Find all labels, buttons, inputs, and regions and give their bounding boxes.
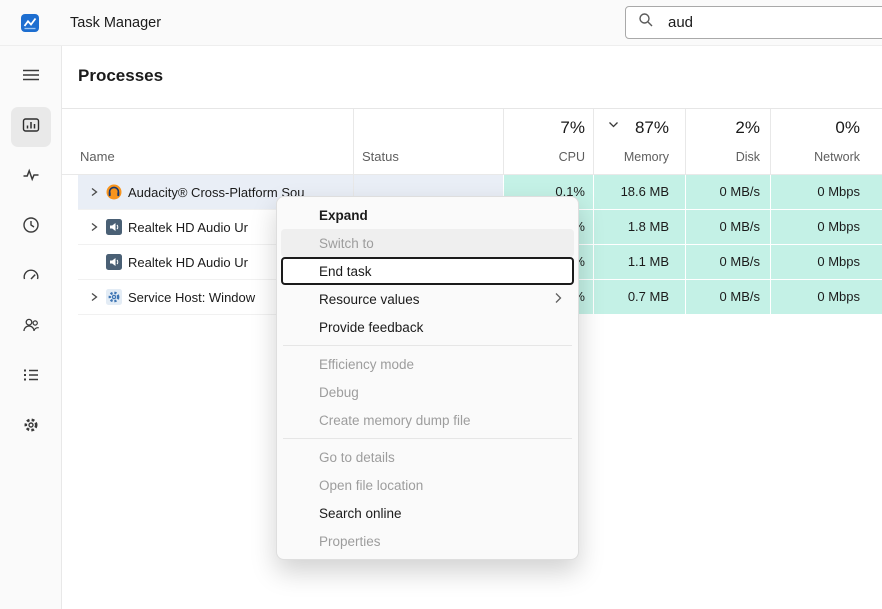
menu-item-create-memory-dump-file: Create memory dump file <box>281 406 574 434</box>
menu-separator <box>283 345 572 346</box>
sidebar-item-services[interactable] <box>11 407 51 447</box>
disk-cell: 0 MB/s <box>685 210 770 245</box>
cpu-total-percent: 7% <box>560 118 585 138</box>
disk-cell: 0 MB/s <box>685 175 770 210</box>
menu-item-expand[interactable]: Expand <box>281 201 574 229</box>
memory-cell: 0.7 MB <box>593 280 685 315</box>
memory-cell: 18.6 MB <box>593 175 685 210</box>
page-title: Processes <box>78 66 163 86</box>
sort-descending-icon <box>608 115 619 133</box>
disk-total-percent: 2% <box>735 118 760 138</box>
menu-item-debug: Debug <box>281 378 574 406</box>
memory-cell: 1.1 MB <box>593 245 685 280</box>
table-header-row: Name Status 7% CPU 87% Memory 2% Disk 0%… <box>62 108 882 175</box>
memory-label: Memory <box>624 150 669 164</box>
performance-icon <box>22 166 40 189</box>
network-cell: 0 Mbps <box>770 210 882 245</box>
cpu-label: CPU <box>559 150 585 164</box>
context-menu: Expand Switch to End task Resource value… <box>276 196 579 560</box>
gear-icon <box>22 416 40 439</box>
titlebar: Task Manager <box>0 0 882 46</box>
memory-cell: 1.8 MB <box>593 210 685 245</box>
sidebar-item-app-history[interactable] <box>11 207 51 247</box>
menu-item-open-file-location: Open file location <box>281 471 574 499</box>
network-cell: 0 Mbps <box>770 245 882 280</box>
sidebar-item-users[interactable] <box>11 307 51 347</box>
column-header-name[interactable]: Name <box>78 109 353 174</box>
realtek-audio-icon <box>106 254 122 270</box>
submenu-chevron-icon <box>554 292 562 307</box>
network-label: Network <box>814 150 860 164</box>
column-header-disk[interactable]: 2% Disk <box>685 109 770 174</box>
column-header-cpu[interactable]: 7% CPU <box>503 109 593 174</box>
menu-item-switch-to: Switch to <box>281 229 574 257</box>
audacity-app-icon <box>106 184 122 200</box>
column-header-memory[interactable]: 87% Memory <box>593 109 685 174</box>
search-input[interactable] <box>668 14 848 31</box>
window-title: Task Manager <box>70 0 161 46</box>
sidebar <box>0 46 62 609</box>
users-icon <box>22 316 40 339</box>
menu-item-properties: Properties <box>281 527 574 555</box>
task-manager-window: { "colors": { "heat_cell": "#c4f1e6", "s… <box>0 0 882 609</box>
menu-item-end-task[interactable]: End task <box>281 257 574 285</box>
menu-item-resource-values[interactable]: Resource values <box>281 285 574 313</box>
sidebar-item-processes[interactable] <box>11 107 51 147</box>
network-cell: 0 Mbps <box>770 280 882 315</box>
expand-chevron-icon[interactable] <box>88 187 100 197</box>
process-name: Realtek HD Audio Ur <box>128 255 248 270</box>
sidebar-item-performance[interactable] <box>11 157 51 197</box>
menu-item-go-to-details: Go to details <box>281 443 574 471</box>
clock-icon <box>22 216 40 239</box>
menu-item-search-online[interactable]: Search online <box>281 499 574 527</box>
memory-total-percent: 87% <box>635 118 669 138</box>
process-name: Service Host: Window <box>128 290 255 305</box>
hamburger-icon <box>22 66 40 89</box>
disk-cell: 0 MB/s <box>685 280 770 315</box>
expand-chevron-icon[interactable] <box>88 292 100 302</box>
network-total-percent: 0% <box>835 118 860 138</box>
column-header-network[interactable]: 0% Network <box>770 109 882 174</box>
expand-chevron-icon[interactable] <box>88 222 100 232</box>
sidebar-item-details[interactable] <box>11 357 51 397</box>
menu-item-label: Resource values <box>319 292 420 307</box>
gauge-icon <box>22 266 40 289</box>
service-host-gear-icon <box>106 289 122 305</box>
details-list-icon <box>22 366 40 389</box>
search-icon <box>638 12 654 33</box>
sidebar-item-startup-apps[interactable] <box>11 257 51 297</box>
nav-menu-button[interactable] <box>11 57 51 97</box>
realtek-audio-icon <box>106 219 122 235</box>
processes-icon <box>22 116 40 139</box>
menu-separator <box>283 438 572 439</box>
column-header-status[interactable]: Status <box>353 109 503 174</box>
disk-label: Disk <box>736 150 760 164</box>
task-manager-app-icon <box>20 13 40 33</box>
menu-item-efficiency-mode: Efficiency mode <box>281 350 574 378</box>
network-cell: 0 Mbps <box>770 175 882 210</box>
disk-cell: 0 MB/s <box>685 245 770 280</box>
menu-item-provide-feedback[interactable]: Provide feedback <box>281 313 574 341</box>
search-box[interactable] <box>625 6 882 39</box>
process-name: Realtek HD Audio Ur <box>128 220 248 235</box>
